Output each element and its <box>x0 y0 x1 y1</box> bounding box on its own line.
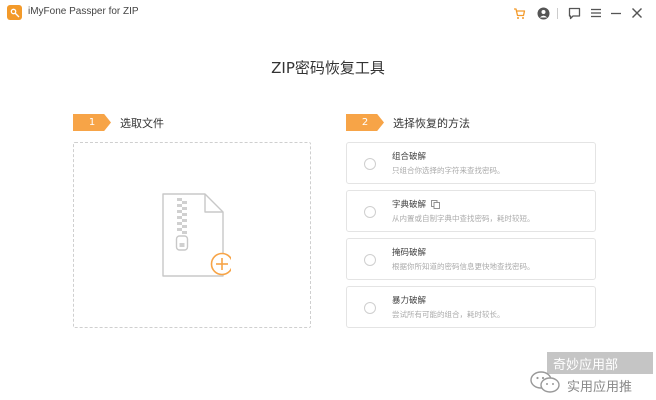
method-description: 只组合你选择的字符来查找密码。 <box>392 166 505 175</box>
radio-button[interactable] <box>364 254 376 266</box>
minimize-icon[interactable] <box>609 6 623 20</box>
title-bar-divider <box>557 8 558 19</box>
radio-button[interactable] <box>364 302 376 314</box>
method-description: 根据你所知道的密码信息更快地查找密码。 <box>392 262 535 271</box>
step-1-header: 1 选取文件 <box>73 114 164 131</box>
feedback-icon[interactable] <box>567 6 581 20</box>
close-icon[interactable] <box>630 6 644 20</box>
method-combination-attack[interactable]: 组合破解 只组合你选择的字符来查找密码。 <box>346 142 596 184</box>
window-title: iMyFone Passper for ZIP <box>28 6 139 17</box>
wechat-icon <box>530 371 560 393</box>
step-2-header: 2 选择恢复的方法 <box>346 114 470 131</box>
menu-icon[interactable] <box>589 6 603 20</box>
radio-button[interactable] <box>364 158 376 170</box>
method-brute-force-attack[interactable]: 暴力破解 尝试所有可能的组合，耗时较长。 <box>346 286 596 328</box>
step-2-badge: 2 <box>346 114 384 131</box>
cart-icon[interactable] <box>512 6 526 20</box>
zip-file-add-icon[interactable] <box>161 192 231 282</box>
method-name: 暴力破解 <box>392 296 427 306</box>
step-2-label: 选择恢复的方法 <box>393 116 470 130</box>
page-title: ZIP密码恢复工具 <box>271 59 385 77</box>
method-name: 字典破解 <box>392 200 427 210</box>
method-dictionary-attack[interactable]: 字典破解 从内置或自制字典中查找密码，耗时较短。 <box>346 190 596 232</box>
step-1-label: 选取文件 <box>120 116 164 130</box>
method-name: 组合破解 <box>392 152 427 162</box>
step-1-badge: 1 <box>73 114 111 131</box>
file-drop-zone[interactable] <box>73 142 311 328</box>
radio-button[interactable] <box>364 206 376 218</box>
watermark: 奇妙应用部 实用应用推 <box>527 350 653 396</box>
app-logo <box>7 5 22 20</box>
method-description: 从内置或自制字典中查找密码，耗时较短。 <box>392 214 535 223</box>
user-icon[interactable] <box>536 6 550 20</box>
key-icon <box>10 8 19 17</box>
title-bar: iMyFone Passper for ZIP <box>0 0 656 26</box>
watermark-line-2: 实用应用推 <box>567 380 633 395</box>
copy-icon[interactable] <box>431 199 440 209</box>
method-mask-attack[interactable]: 掩码破解 根据你所知道的密码信息更快地查找密码。 <box>346 238 596 280</box>
method-description: 尝试所有可能的组合，耗时较长。 <box>392 310 505 319</box>
method-name: 掩码破解 <box>392 248 427 258</box>
